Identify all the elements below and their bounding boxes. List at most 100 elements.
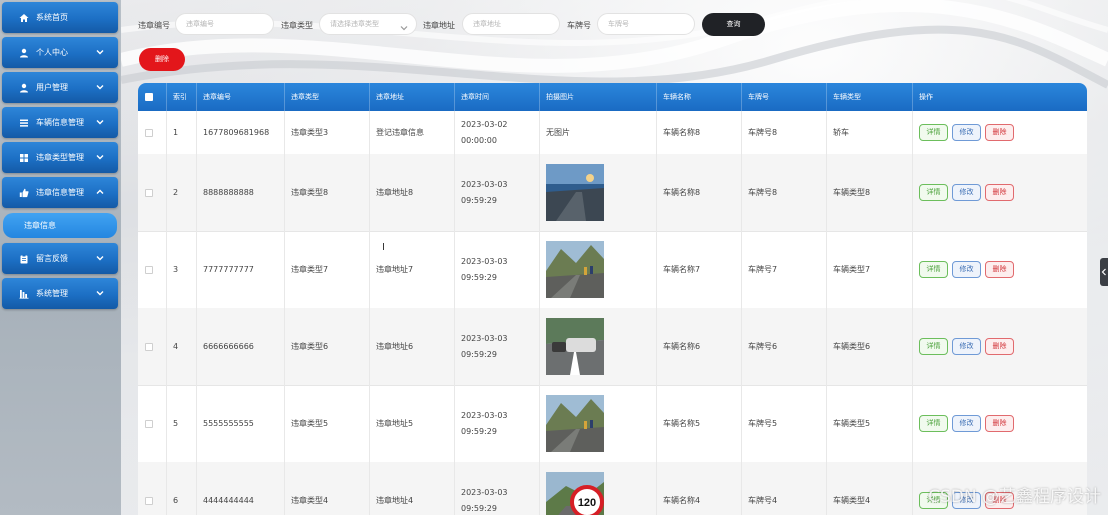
cell-time-container: 2023-03-02 00:00:00 [454,111,539,154]
plate-no-input[interactable]: 车牌号 [597,13,695,35]
cell-no-container: 6666666666 [196,308,284,385]
cell-time-container: 2023-03-03 09:59:29 [454,231,539,308]
row-delete-button[interactable]: 删除 [985,124,1014,141]
cell-plate-container: 车牌号6 [741,308,826,385]
cell-plate: 车牌号6 [748,342,778,351]
grid-icon [19,153,29,163]
cell-photo-container [539,231,656,308]
violation-address-input[interactable]: 违章地址 [462,13,560,35]
edit-button[interactable]: 修改 [952,338,981,355]
cell-vtype-container: 车辆类型6 [826,308,912,385]
cell-vtype-container: 车辆类型4 [826,462,912,515]
sidebar-item-feedback[interactable]: 留言反馈 [2,243,118,274]
watermark: CSDN @艺鑫程序设计 [928,487,1101,507]
cell-actions: 详情 修改 删除 [912,154,1087,231]
row-delete-button[interactable]: 删除 [985,184,1014,201]
row-checkbox[interactable] [145,419,153,428]
chevron-down-icon [96,118,104,126]
detail-button[interactable]: 详情 [919,261,948,278]
delete-button[interactable]: 删除 [139,48,185,71]
edit-button[interactable]: 修改 [952,124,981,141]
cell-address: 违章地址4 [376,496,414,505]
cell-no: 4444444444 [203,496,254,505]
row-delete-button[interactable]: 删除 [985,415,1014,432]
header-plate-no: 车牌号 [741,83,826,111]
sidebar-item-violation-type[interactable]: 违章类型管理 [2,142,118,173]
cell-no-container: 5555555555 [196,385,284,462]
sidebar-item-label: 系统首页 [36,13,68,22]
row-delete-button[interactable]: 删除 [985,261,1014,278]
cell-type: 违章类型7 [291,265,329,274]
table-row: 1 1677809681968 违章类型3 登记违章信息 2023-03-02 00:0… [138,111,1087,155]
sidebar-item-label: 留言反馈 [36,254,68,263]
cell-photo-container [539,308,656,385]
cell-plate: 车牌号5 [748,419,778,428]
cell-time-container: 2023-03-03 09:59:29 [454,462,539,515]
sidebar-item-label: 车辆信息管理 [36,118,84,127]
edit-button[interactable]: 修改 [952,184,981,201]
chevron-down-icon [96,153,104,161]
sidebar-item-user-management[interactable]: 用户管理 [2,72,118,103]
row-checkbox[interactable] [145,265,153,274]
cell-type-container: 违章类型7 [284,231,369,308]
detail-button[interactable]: 详情 [919,338,948,355]
cell-no: 8888888888 [203,188,254,197]
main-content: 违章编号 违章编号 违章类型 请选择违章类型 违章地址 违章地址 车牌号 车牌号… [121,0,1108,515]
cell-vehicle: 车辆名称6 [663,342,701,351]
cell-vtype: 车辆类型6 [833,342,871,351]
cell-index-container: 5 [166,385,196,462]
sidebar-item-label: 违章信息管理 [36,188,84,197]
side-panel-toggle[interactable] [1100,258,1108,286]
cell-type-container: 违章类型5 [284,385,369,462]
cell-type: 违章类型3 [291,128,329,137]
cell-plate: 车牌号7 [748,265,778,274]
cell-type-container: 违章类型6 [284,308,369,385]
cell-no-container: 7777777777 [196,231,284,308]
sidebar-item-home[interactable]: 系统首页 [2,2,118,33]
edit-button[interactable]: 修改 [952,261,981,278]
cell-actions: 详情 修改 删除 [912,385,1087,462]
road-photo [546,241,604,298]
cell-vtype-container: 车辆类型7 [826,231,912,308]
detail-button[interactable]: 详情 [919,124,948,141]
row-checkbox[interactable] [145,188,153,197]
cell-no-container: 8888888888 [196,154,284,231]
cell-vehicle-container: 车辆名称4 [656,462,741,515]
cell-photo-container: 无图片 [539,111,656,154]
sidebar-subitem-violation-info[interactable]: 违章信息 [3,213,117,238]
sidebar-item-personal-center[interactable]: 个人中心 [2,37,118,68]
user-icon [19,48,29,58]
cell-index: 1 [173,128,179,137]
violation-no-input[interactable]: 违章编号 [175,13,274,35]
query-button[interactable]: 查询 [702,13,765,36]
cell-plate: 车牌号4 [748,496,778,505]
cell-vtype: 车辆类型5 [833,419,871,428]
violation-type-select[interactable]: 请选择违章类型 [319,13,417,35]
detail-button[interactable]: 详情 [919,184,948,201]
table-header: 索引 违章编号 违章类型 违章地址 违章时间 拍摄图片 车辆名称 车牌号 车辆类… [138,83,1087,111]
cell-vtype-container: 轿车 [826,111,912,154]
cell-no: 5555555555 [203,419,254,428]
chevron-down-icon [96,254,104,262]
sidebar-item-vehicle-info[interactable]: 车辆信息管理 [2,107,118,138]
row-checkbox[interactable] [145,128,153,137]
cell-address-container: 违章地址8 [369,154,454,231]
cell-time-container: 2023-03-03 09:59:29 [454,308,539,385]
cell-photo-container [539,385,656,462]
cell-address: 违章地址6 [376,342,414,351]
select-all-checkbox[interactable] [145,93,153,101]
sidebar-item-system-management[interactable]: 系统管理 [2,278,118,309]
row-delete-button[interactable]: 删除 [985,338,1014,355]
no-photo-text: 无图片 [546,128,570,137]
cell-index: 4 [173,342,179,351]
sidebar-item-violation-info[interactable]: 违章信息管理 [2,177,118,208]
cell-address: 登记违章信息 [376,128,424,137]
cell-vehicle: 车辆名称8 [663,128,701,137]
detail-button[interactable]: 详情 [919,415,948,432]
row-checkbox[interactable] [145,342,153,351]
edit-button[interactable]: 修改 [952,415,981,432]
chevron-down-icon [96,48,104,56]
row-checkbox[interactable] [145,496,153,505]
road-photo [546,164,604,221]
cell-no-container: 4444444444 [196,462,284,515]
